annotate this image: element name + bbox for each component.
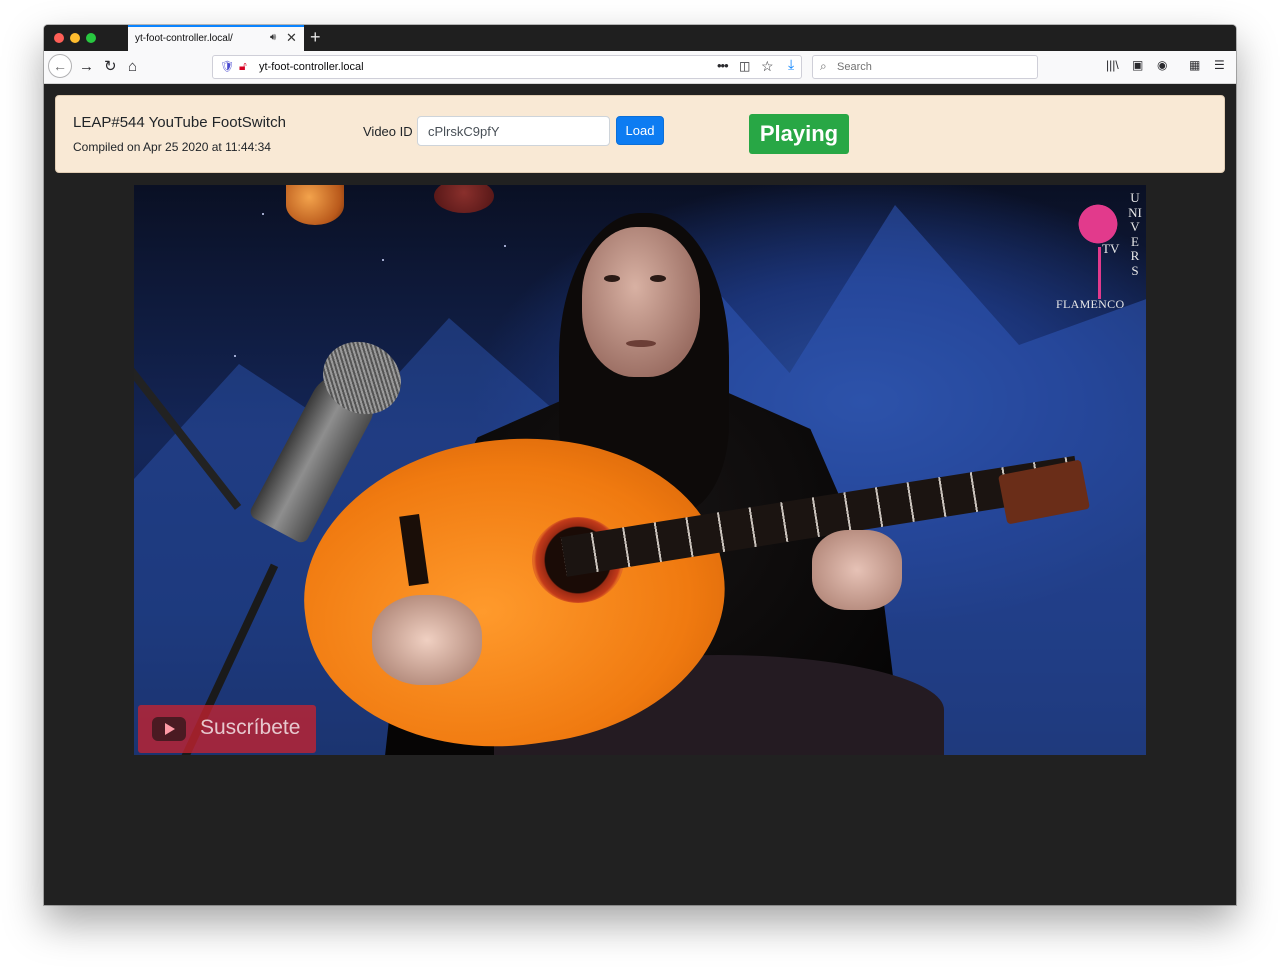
tab-close-icon[interactable]: ✕	[286, 30, 297, 46]
download-icon[interactable]: ⤓	[788, 56, 794, 73]
star	[382, 259, 384, 261]
zoom-window-button[interactable]	[86, 33, 96, 43]
app-header: LEAP#544 YouTube FootSwitch Compiled on …	[55, 95, 1225, 173]
video-player[interactable]: UNIVERS TV FLAMENCO Suscríbete	[134, 185, 1146, 755]
page-actions-icon[interactable]: •••	[717, 58, 729, 73]
app-title: LEAP#544 YouTube FootSwitch	[73, 114, 286, 131]
minimize-window-button[interactable]	[70, 33, 80, 43]
performer-face	[582, 227, 700, 377]
performer-eye	[650, 275, 666, 282]
forward-button[interactable]: →	[79, 57, 94, 77]
new-tab-button[interactable]: +	[310, 27, 321, 47]
back-button[interactable]: ←	[48, 54, 72, 78]
close-window-button[interactable]	[54, 33, 64, 43]
tracking-shield-icon[interactable]: 🛡︎	[220, 60, 234, 73]
star	[504, 245, 506, 247]
video-id-label: Video ID	[363, 124, 413, 139]
nav-toolbar: ← → ↻ ⌂ 🛡︎ 🔓︎ yt-foot-controller.local •…	[44, 51, 1236, 84]
star	[234, 355, 236, 357]
speaker-icon[interactable]: 🔊︎	[270, 32, 276, 43]
browser-window: yt-foot-controller.local/ 🔊︎ ✕ + ← → ↻ ⌂…	[44, 25, 1236, 905]
insecure-lock-icon[interactable]: 🔓︎	[239, 59, 247, 74]
subscribe-label: Suscríbete	[200, 716, 301, 739]
search-bar[interactable]: ⌕ Search	[812, 55, 1038, 79]
youtube-icon	[152, 717, 186, 741]
url-text[interactable]: yt-foot-controller.local	[259, 61, 364, 73]
watermark-tv: TV	[1102, 241, 1120, 256]
menu-icon[interactable]: ☰	[1214, 58, 1225, 72]
fretting-hand	[812, 530, 902, 610]
pocket-icon[interactable]: ◫	[739, 59, 750, 73]
planet	[286, 185, 344, 225]
page-content: LEAP#544 YouTube FootSwitch Compiled on …	[44, 84, 1236, 905]
video-id-input[interactable]	[417, 116, 610, 146]
flamingo-leg	[1098, 247, 1101, 299]
search-input[interactable]: Search	[837, 61, 872, 73]
extensions-icon[interactable]: ▦	[1189, 58, 1200, 72]
search-icon: ⌕	[820, 59, 827, 73]
account-icon[interactable]: ◉	[1157, 58, 1167, 72]
library-icon[interactable]: |||\	[1106, 58, 1119, 72]
subscribe-overlay[interactable]: Suscríbete	[138, 705, 316, 753]
planet	[434, 185, 494, 213]
home-button[interactable]: ⌂	[128, 57, 137, 77]
strumming-hand	[372, 595, 482, 685]
bookmark-star-icon[interactable]: ☆	[761, 58, 774, 75]
tab-strip: yt-foot-controller.local/ 🔊︎ ✕ +	[44, 25, 1236, 51]
watermark-letters: UNIVERS	[1128, 190, 1142, 278]
sidebar-icon[interactable]: ▣	[1132, 58, 1143, 72]
performer-mouth	[626, 340, 656, 347]
load-button[interactable]: Load	[616, 116, 664, 145]
watermark-brand: FLAMENCO	[1056, 297, 1125, 311]
channel-watermark: UNIVERS TV FLAMENCO	[1050, 189, 1146, 311]
url-bar[interactable]: 🛡︎ 🔓︎ yt-foot-controller.local ••• ◫ ☆	[212, 55, 802, 79]
tab-title: yt-foot-controller.local/	[135, 33, 233, 44]
compiled-info: Compiled on Apr 25 2020 at 11:44:34	[73, 140, 271, 154]
tab-active[interactable]: yt-foot-controller.local/ 🔊︎ ✕	[128, 25, 304, 51]
star	[262, 213, 264, 215]
performer-eye	[604, 275, 620, 282]
status-badge: Playing	[749, 114, 849, 154]
reload-button[interactable]: ↻	[104, 57, 117, 77]
